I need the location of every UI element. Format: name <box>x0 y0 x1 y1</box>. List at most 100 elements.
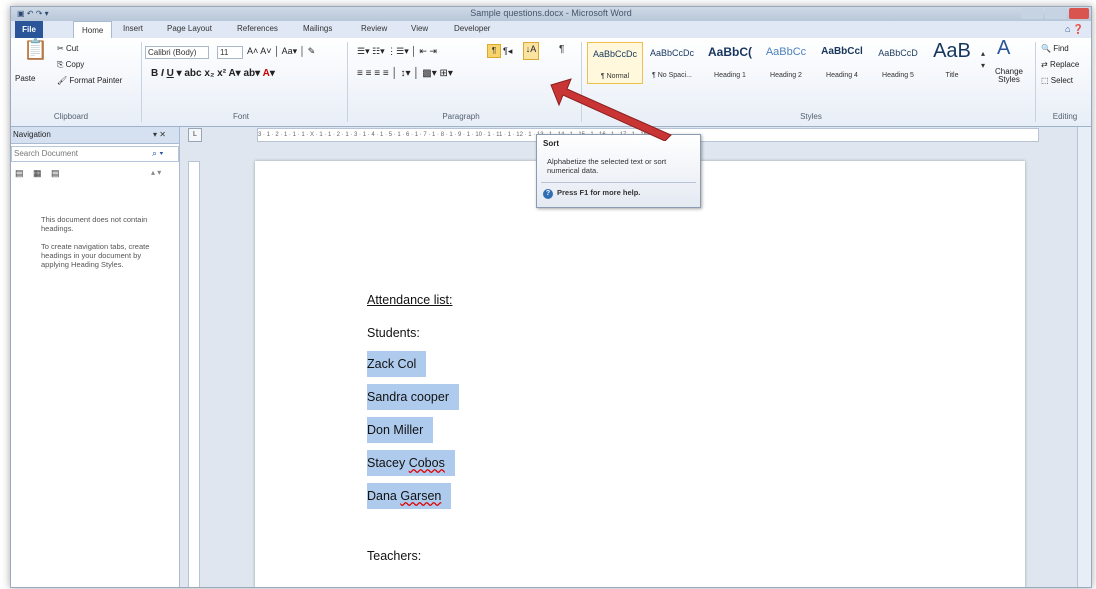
style-name: Heading 2 <box>770 72 802 79</box>
tab-developer[interactable]: Developer <box>454 24 490 33</box>
teachers-label: Teachers: <box>367 549 422 563</box>
cut-label: Cut <box>65 44 79 53</box>
browse-pages-icon[interactable]: ▦ <box>33 167 42 179</box>
vertical-scrollbar[interactable] <box>1077 127 1091 587</box>
tab-review[interactable]: Review <box>361 24 387 33</box>
ribbon-separator <box>347 42 348 122</box>
replace-label: Replace <box>1049 60 1080 69</box>
editing-group-label: Editing <box>1052 112 1078 121</box>
search-placeholder: Search Document <box>14 149 79 158</box>
style-sample: AaBbCcDc <box>649 48 694 58</box>
help-icon: ? <box>543 189 553 199</box>
replace-button[interactable]: ⇄ Replace <box>1041 60 1079 69</box>
student-first: Dana <box>367 489 401 503</box>
font-group-label: Font <box>232 112 249 121</box>
copy-label: Copy <box>65 60 85 69</box>
paragraph-group-label: Paragraph <box>442 112 480 121</box>
style-sample: AaBbCcD <box>878 48 918 58</box>
style-heading-5[interactable]: AaBbCcD Heading 5 <box>871 42 925 82</box>
style-title[interactable]: AaB Title <box>925 40 979 82</box>
style-no-spacing[interactable]: AaBbCcDc ¶ No Spaci... <box>645 42 699 82</box>
rtl-icon[interactable]: ¶ <box>487 44 501 58</box>
tab-insert[interactable]: Insert <box>123 24 143 33</box>
grow-shrink-font-buttons[interactable]: A˄ A˅ │ Aa▾ │ ✎ <box>247 46 315 57</box>
format-painter-label: Format Painter <box>69 76 123 85</box>
style-name: Heading 4 <box>826 72 858 79</box>
navigation-header: Navigation ▾ ✕ <box>11 127 179 144</box>
red-arrow-icon <box>550 78 672 141</box>
paste-button[interactable]: Paste <box>15 74 35 83</box>
paste-icon[interactable]: 📋 <box>23 40 48 60</box>
list-item: Sandra cooper <box>367 384 460 410</box>
format-painter-button[interactable]: 🖌 Format Painter <box>57 76 122 85</box>
tab-mailings[interactable]: Mailings <box>303 24 332 33</box>
show-hide-paragraph-icon[interactable]: ¶ <box>559 44 564 56</box>
list-buttons[interactable]: ☰▾ ☷▾ ⋮☰▾ │ ⇤ ⇥ <box>357 46 437 57</box>
vertical-ruler[interactable] <box>188 161 200 587</box>
style-heading-1[interactable]: AaBbC( Heading 1 <box>703 42 757 82</box>
maximize-button[interactable] <box>1045 8 1067 19</box>
font-format-buttons[interactable]: B I U ▾ abc x₂ x² A▾ ab▾ A▾ <box>151 68 275 79</box>
cut-button[interactable]: ✂ Cut <box>57 44 78 53</box>
style-name: Heading 5 <box>882 72 914 79</box>
search-document-input[interactable]: Search Document ⌕ ▾ <box>11 146 179 162</box>
sort-tooltip: Sort Alphabetize the selected text or so… <box>536 134 701 208</box>
tab-file[interactable]: File <box>15 21 43 38</box>
style-sample: AaBbCcDc <box>592 49 637 59</box>
list-item: Stacey Cobos <box>367 450 455 476</box>
tab-page-layout[interactable]: Page Layout <box>167 24 212 33</box>
close-button[interactable] <box>1069 8 1089 19</box>
style-heading-4[interactable]: AaBbCcl Heading 4 <box>815 42 869 82</box>
student-last: Cobos <box>408 456 445 470</box>
document-page[interactable]: Attendance list: Students: Zack Col Sand… <box>255 161 1025 587</box>
minimize-button[interactable] <box>1021 8 1043 19</box>
attendance-heading: Attendance list: <box>367 293 453 307</box>
ltr-text-icon[interactable]: ¶◂ <box>503 46 512 57</box>
help-icon[interactable]: ⌂ ❓ <box>1065 23 1084 35</box>
close-icon[interactable]: ▾ ✕ <box>153 130 166 139</box>
style-name: Heading 1 <box>714 72 746 79</box>
find-button[interactable]: 🔍 Find <box>1041 44 1069 53</box>
font-name-combo[interactable]: Calibri (Body) <box>145 46 209 59</box>
ribbon-separator <box>1035 42 1036 122</box>
no-headings-message: This document does not contain headings. <box>41 215 148 233</box>
selected-text: Don Miller <box>367 417 434 443</box>
style-sample: AaB <box>933 40 971 62</box>
tab-view[interactable]: View <box>411 24 428 33</box>
list-item: Dana Garsen <box>367 483 452 509</box>
tooltip-help-text: Press F1 for more help. <box>557 188 641 197</box>
students-label: Students: <box>367 326 420 340</box>
select-button[interactable]: ⬚ Select <box>1041 76 1073 85</box>
copy-button[interactable]: ⎘ Copy <box>57 60 84 70</box>
ribbon-separator <box>141 42 142 122</box>
sort-button[interactable]: ↓A <box>523 42 539 60</box>
browse-headings-icon[interactable]: ▤ <box>15 167 24 179</box>
tab-selector[interactable]: L <box>188 128 202 142</box>
navigation-pane: Navigation ▾ ✕ Search Document ⌕ ▾ ▤ ▦ ▤… <box>11 127 180 587</box>
student-first: Stacey <box>367 456 409 470</box>
title-bar: ▣ ↶ ↷ ▾ Sample questions.docx - Microsof… <box>11 7 1091 21</box>
selected-text: Zack Col <box>367 351 427 377</box>
window-title: Sample questions.docx - Microsoft Word <box>470 8 632 18</box>
style-heading-2[interactable]: AaBbCc Heading 2 <box>759 42 813 82</box>
change-styles-button[interactable]: Change Styles <box>993 68 1025 84</box>
selected-text: Sandra cooper <box>367 384 460 410</box>
tooltip-divider <box>541 182 696 183</box>
styles-group-label: Styles <box>800 112 822 121</box>
styles-scroll-icon[interactable]: ▴ ▾ <box>981 48 985 72</box>
style-sample: AaBbCc <box>765 46 807 58</box>
quick-access-toolbar[interactable]: ▣ ↶ ↷ ▾ <box>17 9 49 18</box>
nav-arrows-icon[interactable]: ▴ ▾ <box>151 167 161 179</box>
navigation-title: Navigation <box>13 130 51 139</box>
search-icon[interactable]: ⌕ ▾ <box>152 148 163 159</box>
tab-references[interactable]: References <box>237 24 278 33</box>
tab-home[interactable]: Home <box>73 21 113 39</box>
student-last: Garsen <box>400 489 442 503</box>
font-size-combo[interactable]: 11 <box>217 46 243 59</box>
alignment-buttons[interactable]: ≡ ≡ ≡ ≡ │ ↕▾ │ ▩▾ ⊞▾ <box>357 68 453 79</box>
style-sample: AaBbC( <box>708 45 752 59</box>
navigation-view-tabs: ▤ ▦ ▤ ▴ ▾ <box>11 165 179 181</box>
change-styles-icon[interactable]: A <box>997 38 1010 58</box>
browse-results-icon[interactable]: ▤ <box>51 167 60 179</box>
style-sample: AaBbCcl <box>821 46 863 57</box>
